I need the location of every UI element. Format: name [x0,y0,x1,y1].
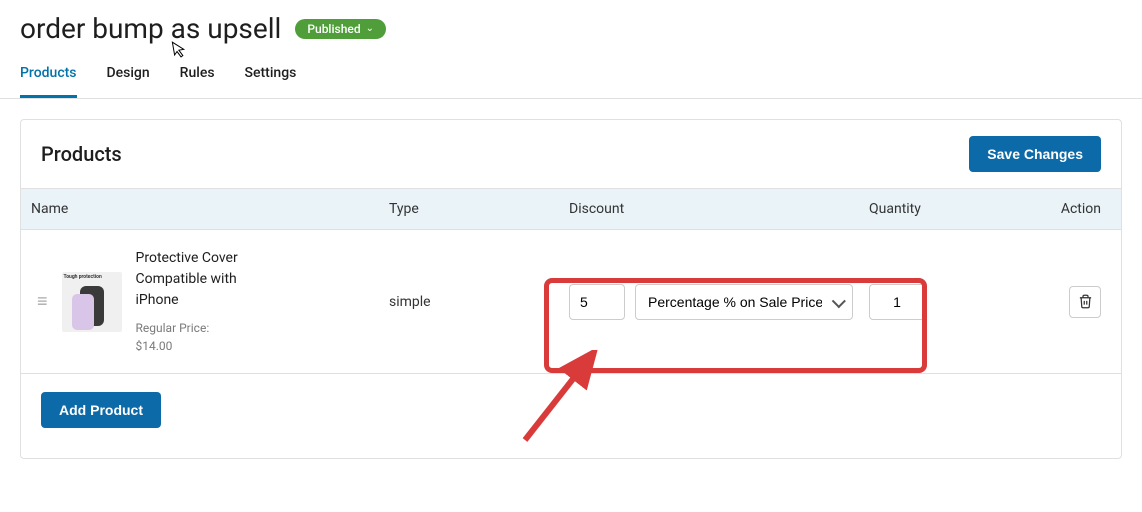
save-changes-button[interactable]: Save Changes [969,136,1101,172]
panel-title: Products [41,142,122,166]
regular-price: Regular Price: $14.00 [136,319,256,355]
trash-icon [1078,294,1093,309]
col-header-type: Type [389,201,569,217]
add-product-button[interactable]: Add Product [41,392,161,428]
status-badge[interactable]: Published ⌄ [295,19,386,39]
delete-button[interactable] [1069,286,1101,318]
chevron-down-icon: ⌄ [366,23,374,34]
col-header-quantity: Quantity [869,201,1029,217]
product-type: simple [389,294,569,310]
table-row: ≡ Tough protection Protective Cover Comp… [21,230,1121,374]
discount-value-input[interactable] [569,284,625,320]
products-panel: Products Save Changes Name Type Discount… [20,119,1122,459]
status-label: Published [307,22,360,36]
col-header-action: Action [1029,201,1111,217]
tabs: Products Design Rules Settings [0,45,1142,99]
tab-rules[interactable]: Rules [180,65,215,98]
tab-design[interactable]: Design [107,65,150,98]
col-header-discount: Discount [569,201,869,217]
page-title: order bump as upsell [20,12,281,45]
tab-products[interactable]: Products [20,65,77,98]
drag-handle-icon[interactable]: ≡ [31,298,48,305]
tab-settings[interactable]: Settings [245,65,297,98]
discount-type-select[interactable]: Percentage % on Sale Price [635,284,853,320]
col-header-name: Name [31,201,389,217]
quantity-input[interactable] [869,284,925,320]
table-header: Name Type Discount Quantity Action [21,188,1121,230]
thumb-caption: Tough protection [64,274,102,280]
product-name: Protective Cover Compatible with iPhone [136,248,256,311]
product-thumbnail: Tough protection [62,272,122,332]
